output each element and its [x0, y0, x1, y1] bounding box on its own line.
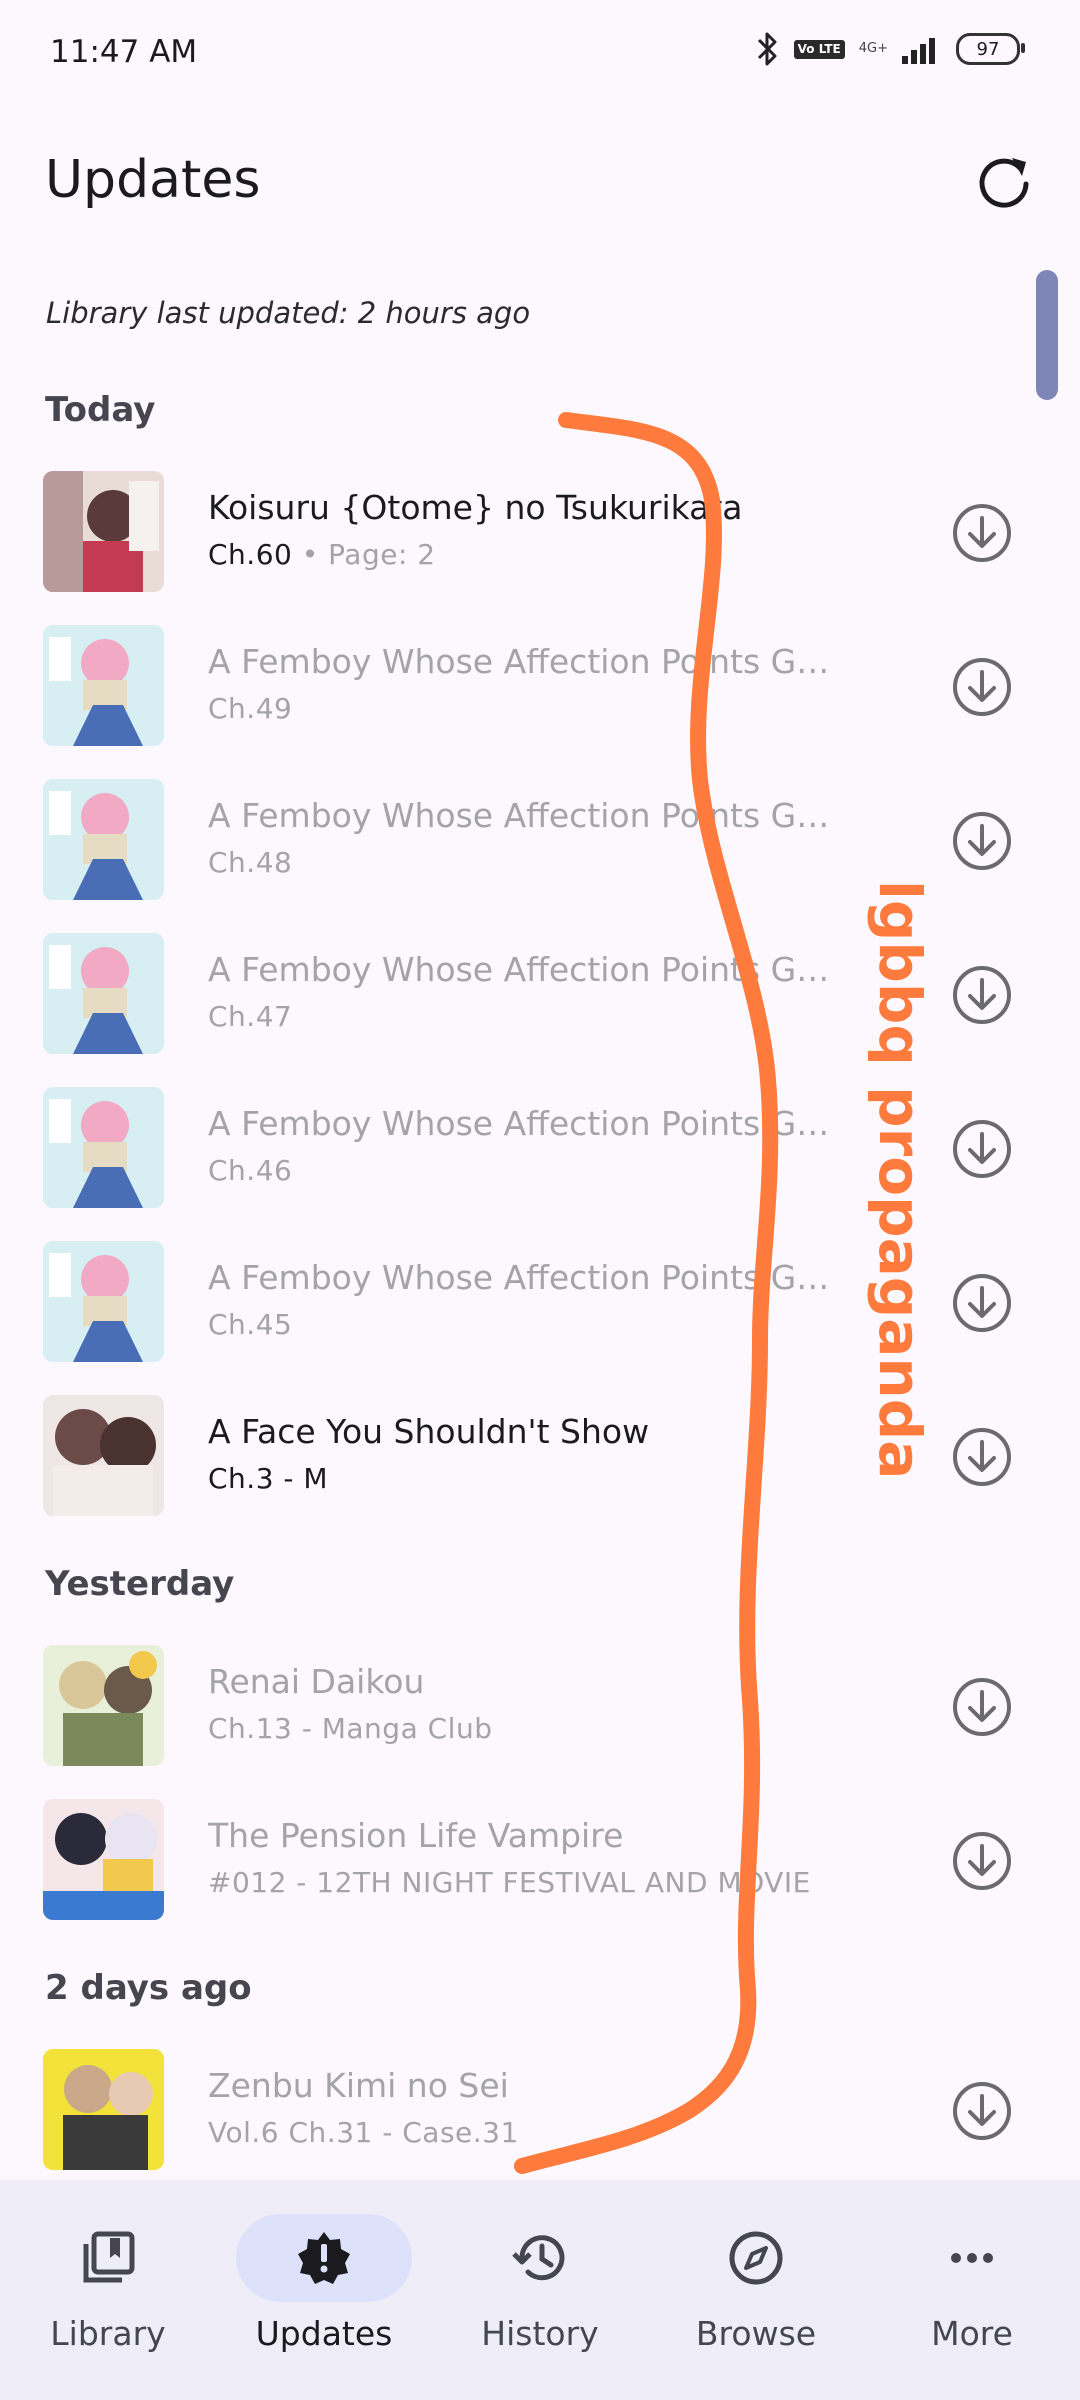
manga-title: A Femboy Whose Affection Points Go ... [208, 950, 848, 989]
update-row[interactable]: Koisuru {Otome} no Tsukurikata Ch.60 • P… [0, 458, 1080, 608]
nav-label: History [481, 2314, 599, 2353]
update-row[interactable]: A Femboy Whose Affection Points Go ... C… [0, 612, 1080, 762]
manga-title: The Pension Life Vampire [208, 1816, 624, 1855]
manga-cover [43, 1395, 164, 1516]
chapter-number: Ch.13 - Manga Club [208, 1712, 493, 1745]
update-row[interactable]: A Face You Shouldn't Show Ch.3 - M [0, 1382, 1080, 1532]
download-icon[interactable] [950, 2079, 1014, 2143]
update-row[interactable]: The Pension Life Vampire #012 - 12TH NIG… [0, 1786, 1080, 1936]
nav-browse[interactable]: Browse [648, 2180, 864, 2400]
more-dots-icon [951, 2253, 993, 2263]
section-header-2-days-ago: 2 days ago [45, 1968, 252, 2008]
download-icon[interactable] [950, 501, 1014, 565]
separator-dot: • [292, 538, 329, 571]
manga-cover [43, 933, 164, 1054]
manga-cover [43, 471, 164, 592]
update-row[interactable]: A Femboy Whose Affection Points Go ... C… [0, 1074, 1080, 1224]
download-icon[interactable] [950, 1675, 1014, 1739]
update-row[interactable]: Renai Daikou Ch.13 - Manga Club [0, 1632, 1080, 1782]
nav-label: More [931, 2314, 1013, 2353]
manga-title: Koisuru {Otome} no Tsukurikata [208, 488, 743, 527]
manga-title: Zenbu Kimi no Sei [208, 2066, 509, 2105]
nav-more[interactable]: More [864, 2180, 1080, 2400]
section-header-yesterday: Yesterday [45, 1564, 235, 1604]
manga-cover [43, 1241, 164, 1362]
download-icon[interactable] [950, 1117, 1014, 1181]
compass-icon [729, 2231, 783, 2285]
nav-library[interactable]: Library [0, 2180, 216, 2400]
status-time: 11:47 AM [50, 34, 198, 70]
bluetooth-icon [757, 32, 777, 66]
manga-title: A Femboy Whose Affection Points Go ... [208, 1258, 848, 1297]
battery-indicator: 97 [956, 33, 1025, 65]
manga-title: Renai Daikou [208, 1662, 425, 1701]
download-icon[interactable] [950, 655, 1014, 719]
manga-cover [43, 779, 164, 900]
chapter-number: Ch.47 [208, 1000, 293, 1033]
section-header-today: Today [45, 390, 156, 430]
chapter-number: Ch.48 [208, 846, 293, 879]
history-icon [512, 2235, 565, 2281]
update-row[interactable]: A Femboy Whose Affection Points Go ... C… [0, 920, 1080, 1070]
last-updated-text: Library last updated: 2 hours ago [46, 296, 531, 330]
page-progress: Page: 2 [328, 538, 436, 571]
network-type: 4G+ [858, 41, 888, 56]
chapter-number: Ch.46 [208, 1154, 293, 1187]
status-bar: 11:47 AM Vo LTE 4G+ 97 [0, 0, 1080, 110]
chapter-info: Ch.60 • Page: 2 [208, 538, 436, 571]
manga-cover [43, 1645, 164, 1766]
manga-title: A Femboy Whose Affection Points Go ... [208, 1104, 848, 1143]
nav-label: Updates [255, 2314, 393, 2353]
updates-alert-icon [298, 2232, 350, 2284]
chapter-number: #012 - 12TH NIGHT FESTIVAL AND MOVIE [208, 1866, 811, 1899]
nav-label: Library [50, 2314, 166, 2353]
download-icon[interactable] [950, 1425, 1014, 1489]
manga-cover [43, 1087, 164, 1208]
update-row[interactable]: A Femboy Whose Affection Points Go ... C… [0, 1228, 1080, 1378]
nav-history[interactable]: History [432, 2180, 648, 2400]
chapter-number: Vol.6 Ch.31 - Case.31 [208, 2116, 519, 2149]
signal-icon [902, 38, 935, 64]
chapter-number: Ch.49 [208, 692, 293, 725]
refresh-icon[interactable] [972, 150, 1036, 214]
volte-badge: Vo LTE [793, 39, 845, 59]
manga-cover [43, 625, 164, 746]
library-icon [83, 2231, 135, 2283]
bottom-navigation: Library Updates History Browse More [0, 2180, 1080, 2400]
chapter-number: Ch.3 - M [208, 1462, 329, 1495]
download-icon[interactable] [950, 1271, 1014, 1335]
manga-cover [43, 2049, 164, 2170]
manga-title: A Femboy Whose Affection Points Go ... [208, 796, 848, 835]
status-icons: Vo LTE 4G+ 97 [756, 30, 1025, 68]
manga-cover [43, 1799, 164, 1920]
chapter-number: Ch.45 [208, 1308, 293, 1341]
scrollbar-thumb[interactable] [1036, 270, 1058, 400]
chapter-number: Ch.60 [208, 538, 293, 571]
nav-label: Browse [695, 2314, 817, 2353]
update-row[interactable]: A Femboy Whose Affection Points Go ... C… [0, 766, 1080, 916]
nav-updates[interactable]: Updates [216, 2180, 432, 2400]
manga-title: A Face You Shouldn't Show [208, 1412, 650, 1451]
download-icon[interactable] [950, 963, 1014, 1027]
download-icon[interactable] [950, 1829, 1014, 1893]
update-row[interactable]: Zenbu Kimi no Sei Vol.6 Ch.31 - Case.31 [0, 2036, 1080, 2186]
page-title: Updates [45, 150, 261, 210]
download-icon[interactable] [950, 809, 1014, 873]
manga-title: A Femboy Whose Affection Points Go ... [208, 642, 848, 681]
